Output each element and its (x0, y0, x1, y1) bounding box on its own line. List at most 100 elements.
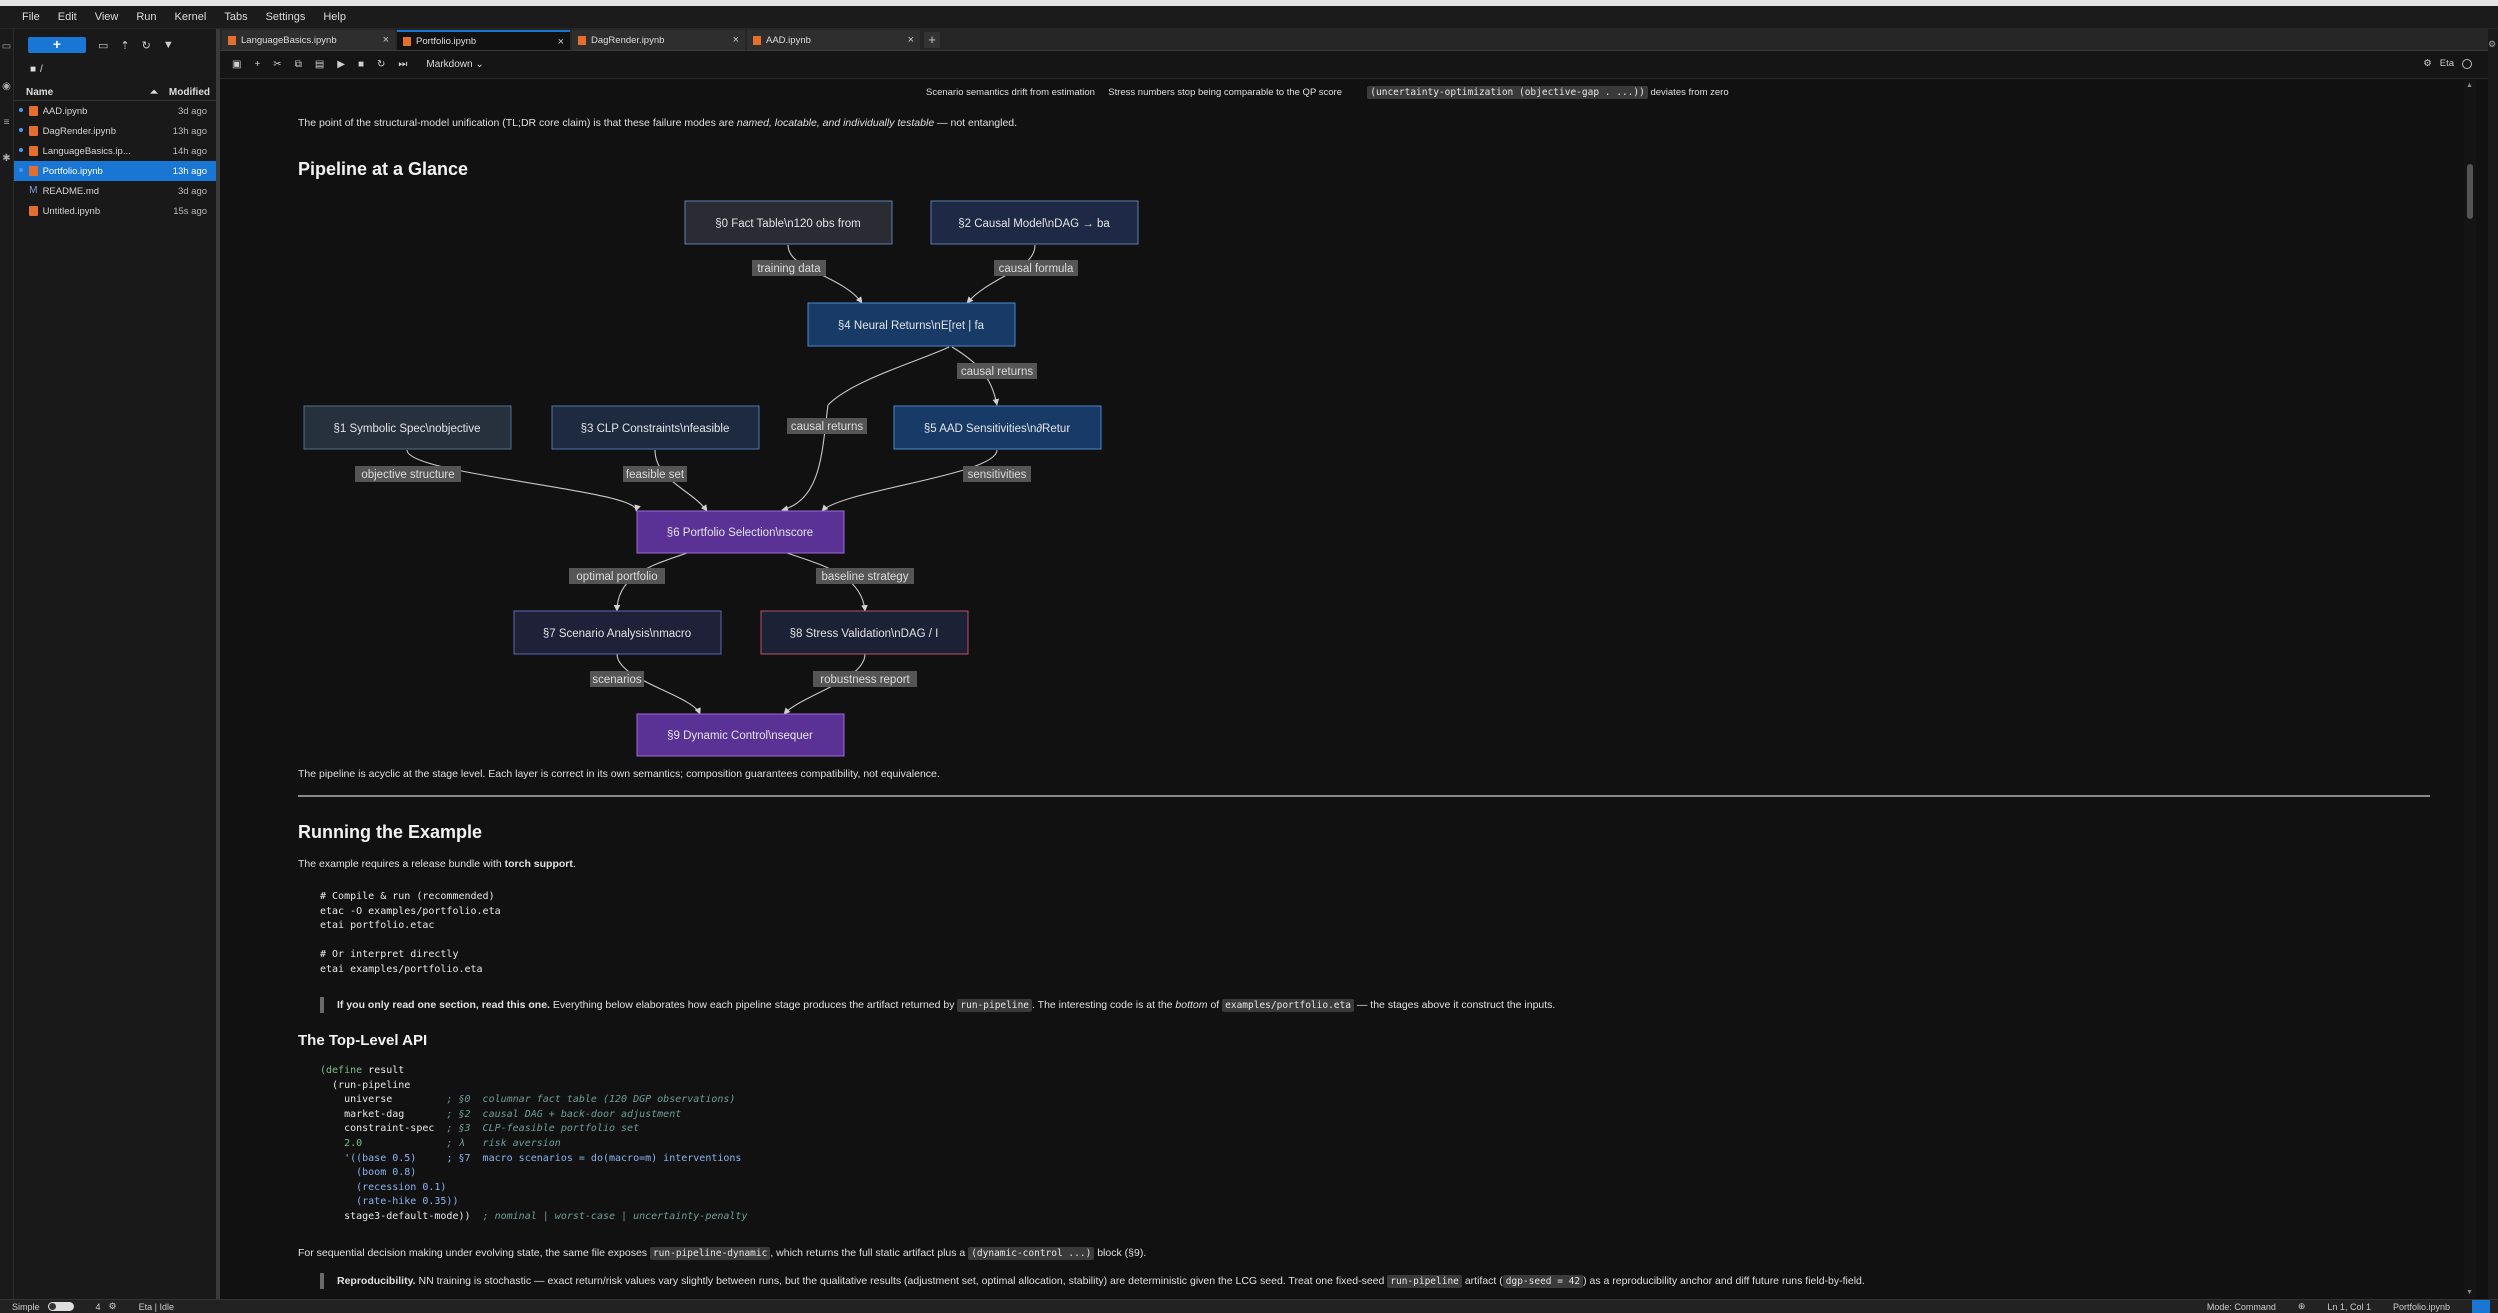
notification-icon[interactable]: ⊕ (2298, 1301, 2306, 1312)
node-fact-table[interactable]: §0 Fact Table\n120 obs from (684, 200, 893, 245)
node-aad-sensitivities[interactable]: §5 AAD Sensitivities\n∂Retur (893, 405, 1102, 450)
property-inspector-icon[interactable]: ⚙ (2488, 39, 2498, 50)
cell-type-select[interactable]: Markdown ⌄ (426, 59, 483, 70)
restart-icon[interactable]: ↻ (377, 59, 385, 70)
node-clp-constraints[interactable]: §3 CLP Constraints\nfeasible (551, 405, 760, 450)
new-launcher-button[interactable]: + (28, 37, 86, 53)
paragraph-requires: The example requires a release bundle wi… (298, 858, 576, 870)
menu-help[interactable]: Help (323, 11, 346, 23)
edge-line (827, 346, 950, 406)
tab-notebook[interactable]: AAD.ipynb × (747, 30, 920, 50)
kernel-status[interactable]: Eta | Idle (139, 1302, 174, 1312)
node-label: §9 Dynamic Control\nsequer (667, 730, 813, 742)
close-icon[interactable]: × (558, 36, 564, 48)
node-neural-returns[interactable]: §4 Neural Returns\nE[ret | fa (807, 302, 1016, 347)
file-row[interactable]: LanguageBasics.ip... 14h ago (14, 141, 216, 161)
file-row[interactable]: AAD.ipynb 3d ago (14, 101, 216, 121)
node-scenario-analysis[interactable]: §7 Scenario Analysis\nmacro (513, 610, 722, 655)
menu-settings[interactable]: Settings (266, 11, 306, 23)
file-row[interactable]: M README.md 3d ago (14, 181, 216, 201)
refresh-icon[interactable]: ↻ (142, 39, 151, 52)
edge-label-robustness-report: robustness report (813, 671, 917, 687)
stop-icon[interactable]: ■ (358, 59, 364, 70)
filter-icon[interactable]: ▼ (163, 39, 174, 51)
node-symbolic-spec[interactable]: §1 Symbolic Spec\nobjective (303, 405, 512, 450)
notifications-button[interactable] (2472, 1300, 2490, 1313)
edge-label: robustness report (820, 674, 910, 686)
run-icon[interactable]: ▶ (337, 59, 345, 70)
edge-label-feasible-set: feasible set (623, 466, 687, 482)
inline-code: run-pipeline-dynamic (649, 1247, 771, 1260)
tab-notebook[interactable]: DagRender.ipynb × (572, 30, 745, 50)
terminal-count[interactable]: 4 (96, 1302, 101, 1312)
inline-code: run-pipeline (1387, 1275, 1462, 1288)
add-tab-icon[interactable]: + (924, 32, 940, 48)
column-name-header[interactable]: Name ⏶ (14, 87, 164, 98)
scrollbar-thumb[interactable] (2467, 164, 2473, 219)
file-row[interactable]: DagRender.ipynb 13h ago (14, 121, 216, 141)
code-text: universe (320, 1094, 447, 1106)
tab-notebook[interactable]: LanguageBasics.ipynb × (222, 30, 395, 50)
breadcrumb-path[interactable]: / (40, 64, 43, 75)
cut-icon[interactable]: ✂ (273, 59, 281, 70)
node-portfolio-selection[interactable]: §6 Portfolio Selection\nscore (636, 510, 845, 554)
code-comment: ; §2 causal DAG + back-door adjustment (446, 1108, 682, 1120)
code-line: market-dag ; §2 causal DAG + back-door a… (320, 1108, 747, 1123)
scroll-up-icon[interactable]: ▲ (2466, 82, 2473, 89)
running-indicator-icon (19, 168, 23, 172)
close-icon[interactable]: × (733, 34, 739, 46)
running-indicator-icon (19, 128, 23, 132)
edge-label: causal returns (791, 421, 863, 433)
inline-code: (uncertainty-optimization (objective-gap… (1367, 86, 1648, 99)
edge-label: scenarios (592, 674, 641, 686)
node-dynamic-control[interactable]: §9 Dynamic Control\nsequer (636, 713, 845, 757)
menu-file[interactable]: File (22, 11, 40, 23)
column-modified-header[interactable]: Modified (164, 87, 216, 98)
simple-mode-toggle[interactable] (47, 1302, 74, 1311)
tab-notebook[interactable]: Portfolio.ipynb × (397, 30, 570, 50)
code-line: # Compile & run (recommended) (320, 891, 495, 902)
insert-cell-icon[interactable]: + (254, 59, 260, 70)
kernel-status-icon (2462, 58, 2472, 69)
close-icon[interactable]: × (908, 34, 914, 46)
folder-icon[interactable]: ▭ (1, 41, 12, 52)
file-name: DagRender.ipynb (42, 125, 116, 137)
menu-run[interactable]: Run (136, 11, 156, 23)
extension-icon[interactable]: ✱ (1, 153, 12, 164)
save-icon[interactable]: ▣ (232, 59, 241, 70)
edge-label-optimal-portfolio: optimal portfolio (569, 568, 665, 584)
code-line: etai portfolio.etac (320, 920, 435, 932)
code-line: stage3-default-mode)) ; nominal | worst-… (320, 1210, 747, 1225)
file-list: AAD.ipynb 3d ago DagRender.ipynb 13h ago Lan… (14, 101, 216, 221)
menu-view[interactable]: View (95, 11, 119, 23)
running-icon[interactable]: ◉ (1, 81, 12, 92)
status-bar-right: Mode: Command ⊕ Ln 1, Col 1 Portfolio.ip… (2207, 1300, 2498, 1313)
folder-icon[interactable]: ■ (30, 64, 36, 75)
cursor-position[interactable]: Ln 1, Col 1 (2327, 1302, 2371, 1312)
node-stress-validation[interactable]: §8 Stress Validation\nDAG / I (760, 610, 969, 655)
file-modified: 13h ago (172, 165, 208, 177)
fast-forward-icon[interactable]: ⏭ (398, 59, 407, 70)
file-row[interactable]: Untitled.ipynb 15s ago (14, 201, 216, 221)
menu-kernel[interactable]: Kernel (175, 11, 207, 23)
edge-label-causal-returns: causal returns (787, 418, 867, 434)
inline-code: dgp-seed = 42 (1502, 1275, 1584, 1288)
copy-icon[interactable]: ⧉ (295, 59, 302, 70)
settings-icon[interactable]: ⚙ (2423, 58, 2432, 69)
notebook-file-icon (29, 126, 38, 136)
toc-icon[interactable]: ≡ (1, 117, 12, 128)
file-row[interactable]: Portfolio.ipynb 13h ago (14, 161, 216, 181)
file-name: LanguageBasics.ip... (42, 145, 131, 157)
paste-icon[interactable]: ▤ (315, 59, 324, 70)
close-icon[interactable]: × (383, 34, 389, 46)
notebook-scrollbar[interactable]: ▲ ▼ (2464, 80, 2476, 1298)
menu-edit[interactable]: Edit (58, 11, 77, 23)
node-causal-model[interactable]: §2 Causal Model\nDAG → ba (930, 200, 1139, 245)
new-folder-icon[interactable]: ▭ (98, 39, 108, 52)
menu-tabs[interactable]: Tabs (224, 11, 247, 23)
upload-icon[interactable]: ⇡ (120, 39, 129, 52)
scroll-down-icon[interactable]: ▼ (2466, 1289, 2473, 1296)
panel-splitter[interactable] (216, 29, 220, 1299)
breadcrumb: ■ / (14, 61, 216, 77)
kernel-indicator[interactable]: ⚙ Eta (2423, 58, 2472, 69)
